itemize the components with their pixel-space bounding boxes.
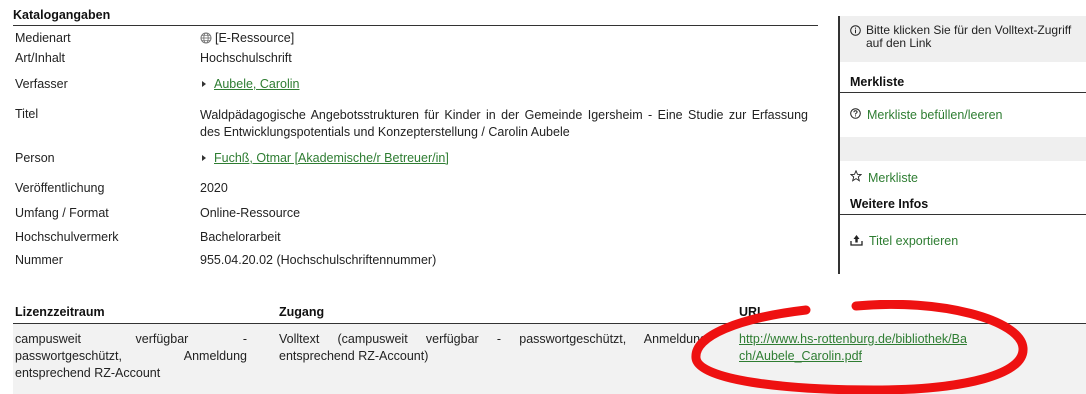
value-vermerk: Bachelorarbeit: [200, 230, 281, 244]
export-icon: [850, 234, 863, 249]
value-nummer: 955.04.20.02 (Hochschulschriftennummer): [200, 253, 437, 267]
label-vermerk: Hochschulvermerk: [15, 230, 119, 244]
weitere-infos-heading: Weitere Infos: [840, 194, 1086, 215]
row-verfasser: Verfasser Aubele, Carolin: [13, 77, 818, 107]
label-umfang: Umfang / Format: [15, 206, 109, 220]
row-person: Person Fuchß, Otmar [Akademische/r Betre…: [13, 151, 818, 181]
person-link[interactable]: Fuchß, Otmar [Akademische/r Betreuer/in]: [214, 151, 449, 165]
header-zugang: Zugang: [279, 305, 325, 319]
verfasser-link[interactable]: Aubele, Carolin: [214, 77, 299, 91]
merkliste-fill-label[interactable]: Merkliste befüllen/leeren: [867, 108, 1003, 122]
triangle-bullet-icon: [202, 155, 206, 162]
value-medienart: [E-Ressource]: [200, 31, 818, 51]
label-medienart: Medienart: [15, 31, 71, 45]
lizenzzeitraum-text: campusweit verfügbar - passwortgeschützt…: [15, 332, 247, 380]
license-table: Lizenzzeitraum Zugang URL campusweit ver…: [13, 305, 1086, 394]
row-art: Art/Inhalt Hochschulschrift: [13, 51, 818, 77]
row-medienart: Medienart [E-Ressource]: [13, 31, 818, 51]
value-person: Fuchß, Otmar [Akademische/r Betreuer/in]: [200, 151, 818, 181]
question-circle-icon: [850, 108, 861, 122]
medienart-text: [E-Ressource]: [215, 31, 295, 45]
value-verfasser: Aubele, Carolin: [200, 77, 818, 107]
info-icon: [850, 25, 861, 54]
merkliste-label[interactable]: Merkliste: [868, 171, 918, 185]
star-icon: [849, 169, 863, 185]
header-url: URL: [739, 305, 765, 319]
zugang-text: Volltext (campusweit verfügbar - passwor…: [279, 332, 707, 363]
row-titel: Titel Waldpädagogische Angebotsstrukture…: [13, 107, 818, 151]
row-vermerk: Hochschulvermerk Bachelorarbeit: [13, 230, 818, 253]
row-veroeffentlichung: Veröffentlichung 2020: [13, 181, 818, 206]
merkliste-fill-link[interactable]: Merkliste befüllen/leeren: [840, 93, 1086, 137]
cell-zugang: Volltext (campusweit verfügbar - passwor…: [279, 331, 735, 394]
value-veroeffentlichung: 2020: [200, 181, 228, 195]
label-art: Art/Inhalt: [15, 51, 66, 65]
value-umfang: Online-Ressource: [200, 206, 301, 220]
export-link[interactable]: Titel exportieren: [840, 215, 1086, 267]
cell-url: http://www.hs-rottenburg.de/bibliothek/B…: [735, 331, 1086, 394]
table-row: campusweit verfügbar - passwortgeschützt…: [13, 324, 1086, 394]
label-person: Person: [15, 151, 55, 165]
row-umfang: Umfang / Format Online-Ressource: [13, 206, 818, 230]
sidebar: Bitte klicken Sie für den Volltext-Zugri…: [838, 16, 1086, 274]
label-nummer: Nummer: [15, 253, 63, 267]
catalog-title: Katalogangaben: [13, 8, 818, 26]
value-titel: Waldpädagogische Angebotsstrukturen für …: [200, 108, 808, 139]
row-nummer: Nummer 955.04.20.02 (Hochschulschriftenn…: [13, 253, 818, 273]
triangle-bullet-icon: [202, 81, 206, 88]
info-text: Bitte klicken Sie für den Volltext-Zugri…: [866, 23, 1072, 50]
catalog-section: Katalogangaben Medienart [E-Ressource] A…: [13, 8, 818, 273]
merkliste-heading: Merkliste: [840, 72, 1086, 93]
export-label[interactable]: Titel exportieren: [869, 234, 958, 248]
fulltext-url-link[interactable]: http://www.hs-rottenburg.de/bibliothek/B…: [739, 331, 969, 365]
info-box: Bitte klicken Sie für den Volltext-Zugri…: [840, 16, 1086, 62]
cell-lizenzzeitraum: campusweit verfügbar - passwortgeschützt…: [13, 331, 279, 394]
label-verfasser: Verfasser: [15, 77, 68, 91]
license-header-row: Lizenzzeitraum Zugang URL: [13, 305, 1086, 324]
spacer-panel: [840, 137, 1086, 161]
label-titel: Titel: [15, 107, 39, 121]
merkliste-link[interactable]: Merkliste: [840, 161, 1086, 194]
label-veroeffentlichung: Veröffentlichung: [15, 181, 105, 195]
header-lizenzzeitraum: Lizenzzeitraum: [15, 305, 105, 319]
globe-icon: [200, 32, 212, 47]
value-art: Hochschulschrift: [200, 51, 292, 65]
